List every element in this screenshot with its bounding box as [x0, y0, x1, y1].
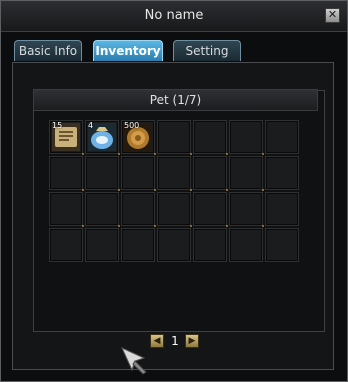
tab-label: Inventory: [95, 44, 161, 58]
inventory-slot[interactable]: [121, 228, 155, 262]
grid-divider-dot: [118, 225, 120, 227]
grid-divider-dot: [118, 153, 120, 155]
inventory-slot-item[interactable]: 4: [85, 120, 119, 154]
grid-divider-dot: [82, 189, 84, 191]
tab-label: Setting: [185, 44, 229, 58]
inventory-slot[interactable]: [229, 228, 263, 262]
item-count: 4: [88, 121, 94, 130]
inventory-grid: 15 4 500: [49, 120, 301, 264]
inventory-slot[interactable]: [193, 156, 227, 190]
item-count: 500: [124, 121, 140, 130]
window-title: No name: [144, 8, 204, 23]
inventory-slot[interactable]: [85, 192, 119, 226]
grid-divider-dot: [190, 189, 192, 191]
inventory-slot[interactable]: [157, 120, 191, 154]
tab-setting[interactable]: Setting: [173, 40, 241, 61]
inventory-slot[interactable]: [49, 192, 83, 226]
close-button[interactable]: ✕: [325, 8, 340, 23]
inventory-slot[interactable]: [85, 156, 119, 190]
tab-basic-info[interactable]: Basic Info: [14, 40, 82, 61]
inventory-slot[interactable]: [265, 192, 299, 226]
inventory-slot[interactable]: [157, 228, 191, 262]
grid-divider-dot: [154, 189, 156, 191]
inventory-slot[interactable]: [121, 156, 155, 190]
grid-divider-dot: [154, 225, 156, 227]
grid-divider-dot: [262, 189, 264, 191]
grid-divider-dot: [154, 153, 156, 155]
tab-label: Basic Info: [18, 44, 78, 58]
grid-divider-dot: [262, 153, 264, 155]
grid-divider-dot: [82, 153, 84, 155]
inventory-slot[interactable]: [157, 156, 191, 190]
page-number: 1: [171, 334, 179, 348]
grid-divider-dot: [190, 225, 192, 227]
inventory-slot[interactable]: [229, 156, 263, 190]
inventory-slot[interactable]: [157, 192, 191, 226]
grid-divider-dot: [190, 153, 192, 155]
inventory-slot[interactable]: [193, 120, 227, 154]
inventory-slot-item[interactable]: 500: [121, 120, 155, 154]
inventory-slot[interactable]: [265, 120, 299, 154]
inventory-slot[interactable]: [49, 156, 83, 190]
title-bar[interactable]: No name ✕: [1, 1, 347, 32]
inventory-slot[interactable]: [193, 228, 227, 262]
inventory-slot[interactable]: [85, 228, 119, 262]
tab-inventory[interactable]: Inventory: [93, 40, 163, 61]
next-page-button[interactable]: ▶: [185, 334, 199, 348]
grid-divider-dot: [226, 189, 228, 191]
inventory-slot[interactable]: [49, 228, 83, 262]
inventory-slot[interactable]: [229, 192, 263, 226]
grid-divider-dot: [226, 225, 228, 227]
grid-divider-dot: [226, 153, 228, 155]
pet-inventory-header: Pet (1/7): [33, 89, 318, 111]
grid-divider-dot: [262, 225, 264, 227]
grid-divider-dot: [82, 225, 84, 227]
inventory-slot[interactable]: [121, 192, 155, 226]
inventory-slot[interactable]: [265, 228, 299, 262]
inventory-slot[interactable]: [229, 120, 263, 154]
cursor-icon: [120, 346, 147, 375]
prev-page-button[interactable]: ◀: [150, 334, 164, 348]
grid-divider-dot: [118, 189, 120, 191]
item-count: 15: [52, 121, 63, 130]
inventory-slot[interactable]: [265, 156, 299, 190]
inventory-slot[interactable]: [193, 192, 227, 226]
inventory-slot-item[interactable]: 15: [49, 120, 83, 154]
